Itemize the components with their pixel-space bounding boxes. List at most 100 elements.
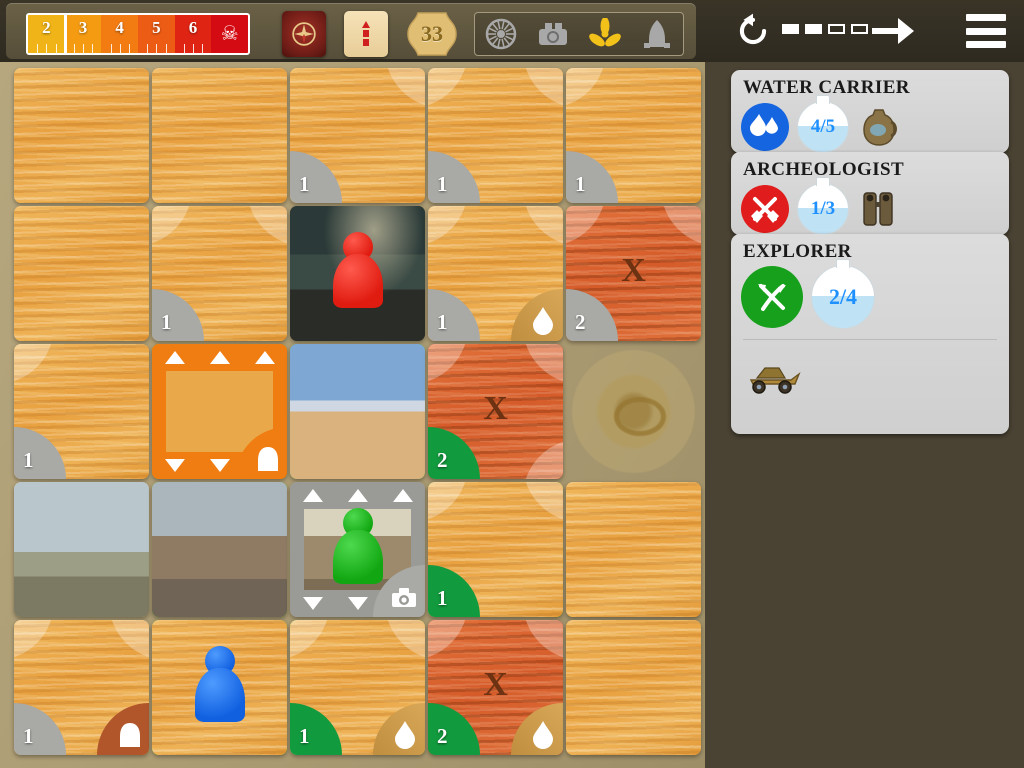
crossed-shovels-icon[interactable] xyxy=(741,185,789,233)
skull-icon: ☠ xyxy=(211,15,248,53)
board-tile-r5c2[interactable] xyxy=(152,620,287,755)
menu-bar-2 xyxy=(966,27,1006,35)
excavation-x-mark: X xyxy=(621,251,646,289)
board-tile-r2c1[interactable] xyxy=(14,206,149,341)
board-tile-r1c5[interactable]: 1 xyxy=(566,68,701,203)
canteen-cap xyxy=(836,259,850,268)
sand-supply-value: 33 xyxy=(421,21,443,46)
end-turn-button[interactable] xyxy=(870,14,916,48)
storm-eye-slot[interactable] xyxy=(566,344,701,479)
excavation-x-mark: X xyxy=(483,389,508,427)
role-card-water-carrier[interactable]: WATER CARRIER 4/5 xyxy=(731,70,1009,153)
board-tile-r4c3[interactable] xyxy=(290,482,425,617)
menu-button[interactable] xyxy=(966,14,1006,48)
water-canteen[interactable]: 2/4 xyxy=(811,259,875,329)
board-tile-r4c5[interactable] xyxy=(566,482,701,617)
crossed-pick-machete-icon[interactable] xyxy=(741,266,803,328)
board-tile-r1c2[interactable] xyxy=(152,68,287,203)
action-pip-2 xyxy=(805,24,822,34)
action-pip-4 xyxy=(851,24,868,34)
water-canteen[interactable]: 1/3 xyxy=(797,177,849,235)
player-pawn-red[interactable] xyxy=(330,232,386,308)
water-drops-icon[interactable] xyxy=(741,103,789,151)
player-pawn-green[interactable] xyxy=(330,508,386,584)
pawn-body xyxy=(333,530,383,584)
sand-count-value: 1 xyxy=(437,586,448,610)
storm-level-2: 2 xyxy=(28,15,65,53)
water-level-value: 4/5 xyxy=(810,116,836,137)
storm-level-label: 2 xyxy=(42,18,51,37)
board-tile-r4c2[interactable] xyxy=(152,482,287,617)
storm-tick xyxy=(73,44,75,53)
role-card-archeologist[interactable]: ARCHEOLOGIST 1/3 xyxy=(731,152,1009,235)
turbine-part-icon[interactable] xyxy=(481,16,521,52)
board-tile-r4c4[interactable]: 1 xyxy=(428,482,563,617)
sand-count-value: 1 xyxy=(299,172,310,196)
storm-tick xyxy=(46,44,48,53)
sand-texture xyxy=(566,620,701,755)
menu-bar-1 xyxy=(966,14,1006,21)
sand-texture xyxy=(152,68,287,203)
storm-tick xyxy=(165,44,167,53)
storm-level-5: 5 xyxy=(138,15,175,53)
role-title: ARCHEOLOGIST xyxy=(743,159,905,180)
board-tile-r3c4[interactable]: X2 xyxy=(428,344,563,479)
sand-count-value: 1 xyxy=(23,724,34,748)
hull-part-icon[interactable] xyxy=(637,16,677,52)
game-board-area: 11111X21X2111X2 xyxy=(0,62,705,768)
storm-tick xyxy=(193,44,195,53)
storm-tick xyxy=(110,44,112,53)
storm-deck-card[interactable] xyxy=(282,11,326,57)
storm-eye-icon xyxy=(572,350,695,473)
undo-icon xyxy=(739,13,767,45)
dune-buggy-item[interactable] xyxy=(731,342,1009,399)
storm-tick xyxy=(83,44,84,53)
desert-tile-grid: 11111X21X2111X2 xyxy=(14,68,701,755)
board-tile-r1c3[interactable]: 1 xyxy=(290,68,425,203)
board-tile-r2c5[interactable]: X2 xyxy=(566,206,701,341)
water-level-value: 2/4 xyxy=(828,284,858,309)
storm-level-meter: 2 3 4 5 6 ☠ xyxy=(26,13,250,55)
sand-supply-counter: 33 xyxy=(404,9,460,59)
board-tile-r4c1[interactable] xyxy=(14,482,149,617)
board-tile-r2c4[interactable]: 1 xyxy=(428,206,563,341)
canteen-cap xyxy=(816,95,830,104)
role-card-explorer[interactable]: EXPLORER 2/4 xyxy=(731,234,1009,434)
board-tile-r2c3[interactable] xyxy=(290,206,425,341)
board-tile-r3c1[interactable]: 1 xyxy=(14,344,149,479)
player-pawn-blue[interactable] xyxy=(192,646,248,722)
sand-texture xyxy=(566,482,701,617)
storm-tick xyxy=(119,44,121,53)
sand-marker-icon xyxy=(362,21,370,46)
binoculars-item[interactable] xyxy=(857,185,901,233)
board-tile-r3c3[interactable] xyxy=(290,344,425,479)
undo-button[interactable] xyxy=(734,12,772,50)
sand-count-value: 2 xyxy=(575,310,586,334)
board-tile-r1c4[interactable]: 1 xyxy=(428,68,563,203)
sand-count-value: 1 xyxy=(23,448,34,472)
role-title: EXPLORER xyxy=(743,241,852,262)
board-tile-r5c5[interactable] xyxy=(566,620,701,755)
board-tile-r5c3[interactable]: 1 xyxy=(290,620,425,755)
storm-level-4: 4 xyxy=(101,15,139,53)
storm-level-label: 3 xyxy=(78,18,88,37)
top-bar: 2 3 4 5 6 ☠ 33 xyxy=(0,0,1024,62)
sand-storm-card[interactable] xyxy=(344,11,388,57)
storm-tick xyxy=(92,44,94,53)
board-tile-r5c1[interactable]: 1 xyxy=(14,620,149,755)
board-tile-r2c2[interactable]: 1 xyxy=(152,206,287,341)
propeller-part-icon[interactable] xyxy=(585,16,625,52)
water-canteen[interactable]: 4/5 xyxy=(797,95,849,153)
engine-part-icon[interactable] xyxy=(533,16,573,52)
board-tile-r1c1[interactable] xyxy=(14,68,149,203)
sand-count-value: 1 xyxy=(299,724,310,748)
water-jug-item[interactable] xyxy=(857,103,901,151)
board-tile-r5c4[interactable]: X2 xyxy=(428,620,563,755)
actions-remaining-pips xyxy=(782,24,868,34)
action-pip-1 xyxy=(782,24,799,34)
arrow-right-icon xyxy=(872,18,914,44)
board-tile-r3c2[interactable] xyxy=(152,344,287,479)
storm-tick xyxy=(156,44,158,53)
sand-texture xyxy=(14,206,149,341)
storm-tick xyxy=(55,44,57,53)
